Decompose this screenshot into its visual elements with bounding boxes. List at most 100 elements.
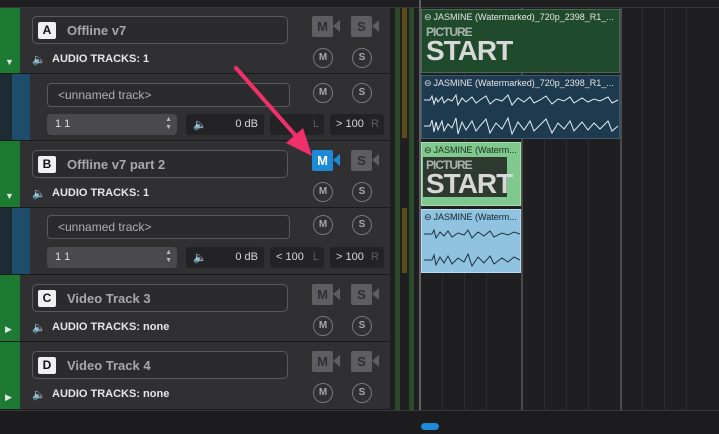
link-icon: ⊖ [424, 145, 432, 155]
solo-audio-button[interactable]: S [352, 215, 372, 235]
mute-audio-button[interactable]: M [313, 182, 333, 202]
solo-video-button[interactable]: S [351, 150, 372, 171]
volume-value: 0 dB [235, 251, 258, 263]
pan-right-control[interactable]: > 100 R [330, 114, 384, 135]
grid-line [620, 8, 622, 410]
stepper-arrows-icon[interactable]: ▲ ▼ [165, 116, 172, 132]
video-camera-icon [372, 288, 379, 300]
speaker-icon: 🔈 [193, 252, 207, 264]
speaker-icon: 🔈 [32, 54, 46, 66]
link-icon: ⊖ [424, 12, 432, 22]
scrollbar-thumb[interactable] [421, 423, 439, 430]
speaker-icon: 🔈 [193, 119, 207, 131]
expand-triangle-icon[interactable]: ▶ [5, 392, 12, 403]
track-color-strip [0, 74, 12, 140]
audio-track-header-a1[interactable]: <unnamed track> 1 1 ▲ ▼ 🔈 0 dB L > 100 R … [0, 74, 390, 141]
video-track-name-field[interactable]: A Offline v7 [32, 16, 288, 44]
mute-audio-button[interactable]: M [313, 383, 333, 403]
collapse-triangle-icon[interactable]: ▼ [5, 57, 14, 67]
track-color-strip [0, 208, 12, 274]
video-camera-icon [372, 355, 379, 367]
video-camera-icon [333, 288, 340, 300]
video-track-name: Video Track 3 [67, 291, 151, 306]
solo-video-button[interactable]: S [351, 284, 372, 305]
video-track-name: Offline v7 [67, 23, 127, 38]
audio-clip-b-selected[interactable]: ⊖ JASMINE (Waterm... [421, 209, 521, 273]
speaker-icon: 🔈 [32, 389, 46, 401]
channel-value: 1 1 [55, 251, 71, 263]
solo-audio-button[interactable]: S [352, 182, 372, 202]
stepper-arrows-icon[interactable]: ▲ ▼ [165, 249, 172, 265]
collapse-triangle-icon[interactable]: ▼ [5, 191, 14, 201]
track-headers-panel: ▼ A Offline v7 🔈 AUDIO TRACKS: 1 M S M S… [0, 8, 390, 410]
audio-clip-a[interactable]: ⊖ JASMINE (Watermarked)_720p_2398_R1_... [421, 75, 620, 139]
audio-track-header-b1[interactable]: <unnamed track> 1 1 ▲ ▼ 🔈 0 dB < 100 L > … [0, 208, 390, 275]
audio-tracks-count: AUDIO TRACKS: 1 [52, 187, 150, 199]
mute-audio-button[interactable]: M [313, 83, 333, 103]
top-bar [0, 0, 719, 8]
video-clip-a[interactable]: ⊖ JASMINE (Watermarked)_720p_2398_R1_... … [421, 9, 620, 73]
audio-track-color-strip [12, 208, 30, 274]
mute-video-button[interactable]: M [312, 351, 333, 372]
expand-triangle-icon[interactable]: ▶ [5, 324, 12, 335]
solo-audio-button[interactable]: S [352, 383, 372, 403]
timeline-editor: ▼ A Offline v7 🔈 AUDIO TRACKS: 1 M S M S… [0, 0, 719, 434]
track-letter-badge: A [38, 22, 56, 39]
pan-right-value: > 100 [336, 118, 364, 130]
volume-control[interactable]: 🔈 0 dB [186, 114, 264, 135]
pan-left-label: L [312, 251, 319, 263]
volume-control[interactable]: 🔈 0 dB [186, 247, 264, 268]
video-track-header-c[interactable]: ▶ C Video Track 3 🔈 AUDIO TRACKS: none M… [0, 275, 390, 342]
video-track-name-field[interactable]: D Video Track 4 [32, 351, 288, 379]
channel-selector[interactable]: 1 1 ▲ ▼ [47, 114, 177, 135]
video-camera-icon [372, 154, 379, 166]
video-track-name-field[interactable]: C Video Track 3 [32, 284, 288, 312]
mute-audio-button[interactable]: M [313, 48, 333, 68]
track-color-strip: ▼ [0, 8, 20, 73]
clip-thumbnail: PICTURE START [426, 25, 513, 66]
solo-audio-button[interactable]: S [352, 48, 372, 68]
pan-left-control[interactable]: L [270, 114, 324, 135]
mute-audio-button[interactable]: M [313, 316, 333, 336]
speaker-icon: 🔈 [32, 322, 46, 334]
audio-track-color-strip [12, 74, 30, 140]
pan-left-control[interactable]: < 100 L [270, 247, 324, 268]
solo-video-button[interactable]: S [351, 16, 372, 37]
audio-track-name-field[interactable]: <unnamed track> [47, 83, 290, 107]
mute-video-button[interactable]: M [312, 16, 333, 37]
timeline-area[interactable]: ⊖ JASMINE (Watermarked)_720p_2398_R1_... … [420, 8, 719, 410]
pan-right-label: R [371, 118, 379, 130]
video-track-header-b[interactable]: ▼ B Offline v7 part 2 🔈 AUDIO TRACKS: 1 … [0, 141, 390, 208]
mute-video-button-active[interactable]: M [312, 150, 333, 171]
clip-title: ⊖ JASMINE (Watermarked)_720p_2398_R1_... [424, 12, 614, 22]
video-track-header-d[interactable]: ▶ D Video Track 4 🔈 AUDIO TRACKS: none M… [0, 342, 390, 410]
solo-video-button[interactable]: S [351, 351, 372, 372]
level-meters [390, 8, 420, 410]
speaker-icon: 🔈 [32, 188, 46, 200]
video-track-header-a[interactable]: ▼ A Offline v7 🔈 AUDIO TRACKS: 1 M S M S [0, 8, 390, 74]
playhead-line[interactable] [419, 0, 421, 434]
solo-audio-button[interactable]: S [352, 83, 372, 103]
pan-left-label: L [312, 118, 319, 130]
solo-audio-button[interactable]: S [352, 316, 372, 336]
volume-value: 0 dB [235, 118, 258, 130]
track-letter-badge: C [38, 290, 56, 307]
level-meter [402, 8, 407, 138]
pan-right-control[interactable]: > 100 R [330, 247, 384, 268]
mute-video-button[interactable]: M [312, 284, 333, 305]
track-color-strip: ▶ [0, 275, 20, 341]
level-meter [395, 8, 400, 410]
bottom-scrollbar[interactable] [0, 410, 719, 434]
link-icon: ⊖ [424, 78, 432, 88]
video-camera-icon [333, 154, 340, 166]
pan-left-value: < 100 [276, 251, 304, 263]
link-icon: ⊖ [424, 212, 432, 222]
channel-selector[interactable]: 1 1 ▲ ▼ [47, 247, 177, 268]
audio-track-name-field[interactable]: <unnamed track> [47, 215, 290, 239]
grid-line [686, 8, 687, 410]
video-track-name-field[interactable]: B Offline v7 part 2 [32, 150, 288, 178]
mute-audio-button[interactable]: M [313, 215, 333, 235]
video-clip-b-selected[interactable]: ⊖ JASMINE (Waterm... PICTURE START [421, 142, 521, 206]
grid-line [664, 8, 665, 410]
audio-waveform [424, 228, 520, 268]
